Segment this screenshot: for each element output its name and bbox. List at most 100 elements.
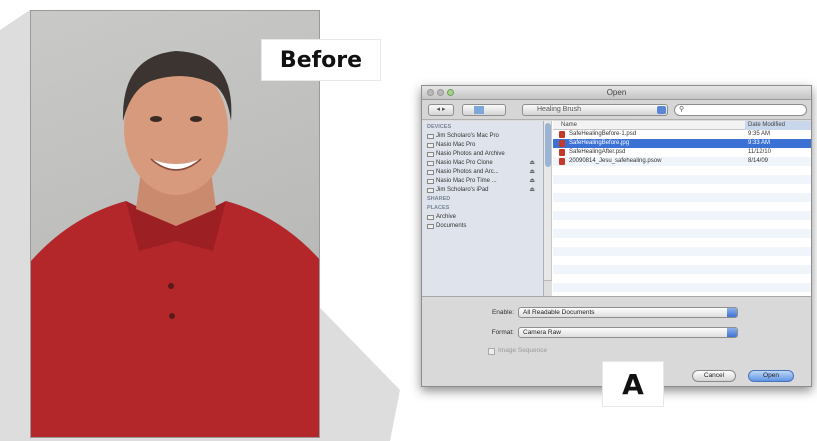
- empty-row: [553, 238, 811, 247]
- page: Before Open ◂ ▸ Healing Brush ⚲ DEVICES …: [0, 0, 817, 441]
- column-name[interactable]: Name: [561, 122, 577, 128]
- list-view-icon[interactable]: [474, 106, 484, 114]
- scroll-arrows[interactable]: [544, 280, 552, 296]
- file-row[interactable]: 20090814_Jesu_safehealing.psow 8/14/09: [553, 157, 811, 166]
- empty-row: [553, 247, 811, 256]
- eject-icon[interactable]: ⏏: [529, 186, 535, 195]
- sidebar-item-device[interactable]: Jim Scholaro's iPad ⏏: [422, 186, 543, 195]
- empty-row: [553, 166, 811, 175]
- drive-icon: [427, 179, 434, 184]
- sidebar-item-label: Archive: [436, 214, 457, 220]
- file-name: SafeHealingBefore.jpg: [569, 140, 630, 146]
- sidebar-item-label: Jim Scholaro's iPad: [436, 187, 489, 193]
- file-list: Name Date Modified SafeHealingBefore-1.p…: [553, 121, 811, 296]
- image-sequence-label: Image Sequence: [498, 347, 548, 354]
- enable-label: Enable:: [491, 309, 514, 316]
- folder-popup[interactable]: Healing Brush: [522, 104, 668, 116]
- empty-row: [553, 193, 811, 202]
- file-list-header: Name Date Modified: [553, 121, 811, 130]
- file-row[interactable]: SafeHealingBefore-1.psd 9:35 AM: [553, 130, 811, 139]
- sidebar-item-label: Nasio Photos and Archive: [436, 151, 505, 157]
- drive-icon: [427, 188, 434, 193]
- file-name: 20090814_Jesu_safehealing.psow: [569, 158, 662, 164]
- sidebar-item-label: Nasio Mac Pro: [436, 142, 476, 148]
- popup-arrows-icon: [727, 308, 737, 317]
- sidebar-item-label: Documents: [436, 223, 467, 229]
- search-icon: ⚲: [679, 106, 685, 113]
- empty-row: [553, 256, 811, 265]
- back-forward-buttons[interactable]: ◂ ▸: [428, 104, 454, 116]
- drive-icon: [427, 134, 434, 139]
- scrollbar-thumb[interactable]: [545, 123, 551, 167]
- sidebar-item-label: Nasio Mac Pro Time ...: [436, 178, 497, 184]
- popup-arrows-icon: [727, 328, 737, 337]
- sidebar-item-place[interactable]: Archive: [422, 213, 543, 222]
- empty-row: [553, 220, 811, 229]
- popup-arrows-icon: [657, 106, 666, 114]
- format-select-value: Camera Raw: [523, 329, 561, 336]
- sidebar-scrollbar[interactable]: [544, 121, 552, 296]
- file-date: 8/14/09: [748, 158, 769, 164]
- file-row[interactable]: SafeHealingBefore.jpg 9:33 AM: [553, 139, 811, 148]
- folder-popup-label: Healing Brush: [537, 106, 581, 113]
- eject-icon[interactable]: ⏏: [529, 177, 535, 186]
- psd-file-icon: [559, 149, 565, 156]
- empty-row: [553, 202, 811, 211]
- open-button[interactable]: Open: [748, 370, 794, 382]
- empty-row: [553, 283, 811, 292]
- file-name: SafeHealingAfter.psd: [569, 149, 626, 155]
- browser-area: DEVICES Jim Scholaro's Mac Pro Nasio Mac …: [422, 121, 811, 296]
- before-label: Before: [262, 40, 380, 80]
- enable-select[interactable]: All Readable Documents: [518, 307, 738, 318]
- dialog-titlebar: Open: [422, 86, 811, 100]
- empty-row: [553, 211, 811, 220]
- column-date-modified[interactable]: Date Modified: [745, 121, 811, 130]
- sidebar-item-label: Nasio Mac Pro Clone: [436, 160, 493, 166]
- sidebar-item-place[interactable]: Documents: [422, 222, 543, 231]
- empty-row: [553, 229, 811, 238]
- folder-icon: [427, 215, 434, 220]
- empty-row: [553, 274, 811, 283]
- drive-icon: [427, 170, 434, 175]
- search-input[interactable]: ⚲: [674, 104, 807, 116]
- format-select[interactable]: Camera Raw: [518, 327, 738, 338]
- dialog-toolbar: ◂ ▸ Healing Brush ⚲: [422, 100, 811, 120]
- sidebar-header-devices: DEVICES: [427, 124, 452, 130]
- sidebar-header-places: PLACES: [427, 205, 450, 211]
- doc-file-icon: [559, 158, 565, 165]
- coverflow-view-icon[interactable]: [494, 106, 504, 114]
- cancel-button[interactable]: Cancel: [692, 370, 736, 382]
- file-date: 9:33 AM: [748, 140, 771, 146]
- file-row[interactable]: SafeHealingAfter.psd 11/12/10: [553, 148, 811, 157]
- sidebar-item-label: Jim Scholaro's Mac Pro: [436, 133, 499, 139]
- icon-view-icon[interactable]: [464, 106, 474, 114]
- eject-icon[interactable]: ⏏: [529, 168, 535, 177]
- file-date: 9:35 AM: [748, 131, 771, 137]
- sidebar-item-device[interactable]: Nasio Mac Pro Clone ⏏: [422, 159, 543, 168]
- open-dialog: Open ◂ ▸ Healing Brush ⚲ DEVICES Jim Sch…: [421, 85, 812, 387]
- callout-a-label: A: [603, 362, 663, 406]
- close-window-icon[interactable]: [427, 89, 434, 96]
- column-view-icon[interactable]: [484, 106, 494, 114]
- sidebar-item-device[interactable]: Nasio Mac Pro: [422, 141, 543, 150]
- sidebar-item-device[interactable]: Jim Scholaro's Mac Pro: [422, 132, 543, 141]
- drive-icon: [427, 143, 434, 148]
- image-sequence-checkbox[interactable]: [488, 348, 495, 355]
- drive-icon: [427, 152, 434, 157]
- eject-icon[interactable]: ⏏: [529, 159, 535, 168]
- zoom-window-icon[interactable]: [447, 89, 454, 96]
- empty-row: [553, 184, 811, 193]
- view-mode-switcher[interactable]: [462, 104, 506, 116]
- dialog-title: Open: [606, 88, 627, 97]
- sidebar-item-device[interactable]: Nasio Photos and Archive: [422, 150, 543, 159]
- drive-icon: [427, 161, 434, 166]
- sidebar-item-device[interactable]: Nasio Photos and Arc... ⏏: [422, 168, 543, 177]
- sidebar-item-device[interactable]: Nasio Mac Pro Time ... ⏏: [422, 177, 543, 186]
- enable-select-value: All Readable Documents: [523, 309, 595, 316]
- minimize-window-icon[interactable]: [437, 89, 444, 96]
- file-date: 11/12/10: [748, 149, 771, 155]
- empty-row: [553, 265, 811, 274]
- sidebar: DEVICES Jim Scholaro's Mac Pro Nasio Mac …: [422, 121, 544, 296]
- jpg-file-icon: [559, 140, 565, 147]
- empty-row: [553, 175, 811, 184]
